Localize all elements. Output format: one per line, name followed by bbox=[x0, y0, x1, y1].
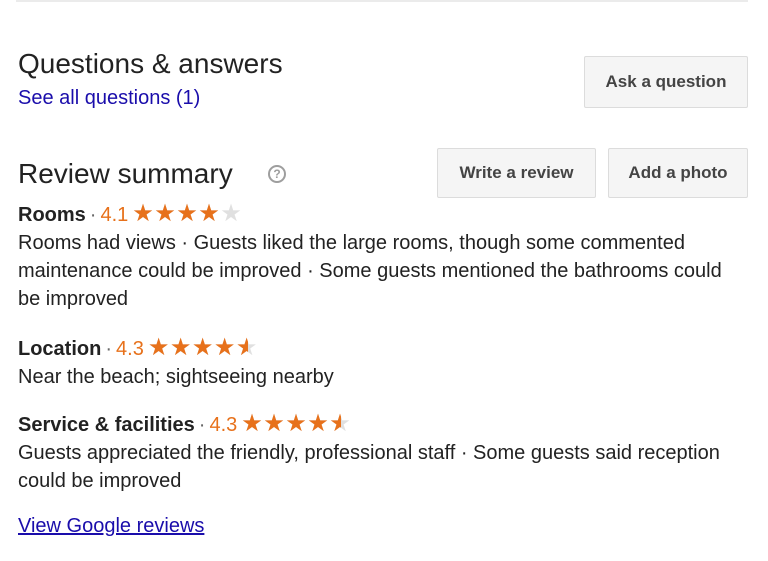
star-icon: ★★ bbox=[132, 200, 154, 227]
category-description: Near the beach; sightseeing nearby bbox=[18, 366, 334, 388]
questions-answers-title: Questions & answers bbox=[18, 48, 283, 79]
star-icon: ★★ bbox=[307, 410, 329, 437]
see-all-questions-link[interactable]: See all questions (1) bbox=[18, 86, 200, 110]
star-rating: ★★★★★★★★★★ bbox=[148, 335, 258, 361]
review-category-rooms: Rooms·4.1★★★★★★★★★★ Rooms had views · Gu… bbox=[18, 201, 748, 313]
star-icon: ★★ bbox=[213, 334, 236, 361]
star-icon: ★★ bbox=[241, 410, 263, 437]
category-header: Location · 4.3 ★ ★ ★ ★ ★ ★ ★ ★ ★ ★ bbox=[18, 335, 748, 363]
star-icon: ★★ bbox=[285, 410, 307, 437]
category-header: Service & facilities · 4.3 ★ ★ ★ ★ ★ ★ ★ ★ ★ ★ bbox=[18, 411, 748, 439]
view-google-reviews-link[interactable]: View Google reviews bbox=[18, 513, 204, 539]
star-icon: ★★ bbox=[191, 334, 214, 361]
top-divider bbox=[16, 0, 748, 2]
category-header: Rooms·4.1★★★★★★★★★★ bbox=[18, 201, 748, 229]
star-icon: ★★ bbox=[235, 334, 258, 361]
star-rating: ★★★★★★★★★★ bbox=[241, 411, 351, 437]
category-rating: 4.1 bbox=[100, 204, 129, 226]
questions-answers-section: Questions & answers See all questions (1… bbox=[18, 48, 748, 118]
add-photo-button[interactable]: Add a photo bbox=[608, 148, 748, 198]
star-icon: ★★ bbox=[169, 334, 192, 361]
review-summary-header: Review summary ? Write a review Add a ph… bbox=[18, 148, 748, 200]
review-summary-title: Review summary bbox=[18, 158, 233, 189]
star-rating: ★★★★★★★★★★ bbox=[132, 201, 242, 227]
category-name: Rooms bbox=[18, 204, 86, 226]
star-icon: ★★ bbox=[176, 200, 198, 227]
question-circle-icon[interactable]: ? bbox=[268, 165, 286, 183]
separator: · bbox=[89, 204, 97, 226]
review-category-location: Location · 4.3 ★ ★ ★ ★ ★ ★ ★ ★ ★ ★ Near the beach; s… bbox=[18, 335, 748, 391]
star-icon: ★★ bbox=[154, 200, 176, 227]
star-icon: ★★ bbox=[147, 334, 170, 361]
category-description: Rooms had views · Guests liked the large… bbox=[18, 232, 722, 310]
category-rating: 4.3 bbox=[116, 338, 144, 360]
star-icon: ★★ bbox=[220, 200, 242, 227]
separator: · bbox=[105, 338, 113, 360]
category-rating: 4.3 bbox=[209, 414, 238, 436]
category-description: Guests appreciated the friendly, profess… bbox=[18, 442, 720, 492]
write-review-button[interactable]: Write a review bbox=[437, 148, 596, 198]
review-category-service-facilities: Service & facilities · 4.3 ★ ★ ★ ★ ★ ★ ★ ★ ★ ★ Guest… bbox=[18, 411, 748, 495]
category-name: Service & facilities bbox=[18, 414, 195, 436]
star-icon: ★★ bbox=[198, 200, 220, 227]
separator: · bbox=[198, 414, 206, 436]
ask-question-button[interactable]: Ask a question bbox=[584, 56, 748, 108]
category-name: Location bbox=[18, 338, 102, 360]
star-icon: ★★ bbox=[263, 410, 285, 437]
star-icon: ★★ bbox=[329, 410, 351, 437]
